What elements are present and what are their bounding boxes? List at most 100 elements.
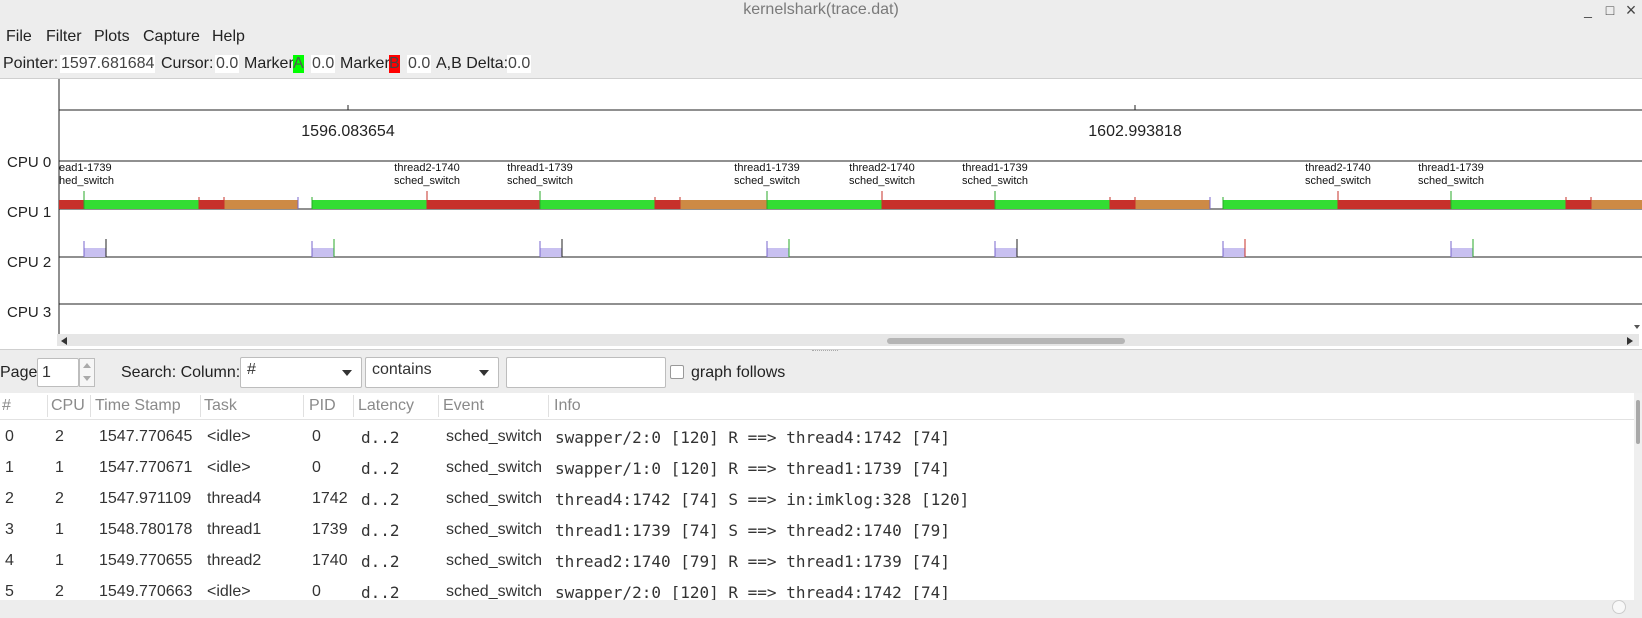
cpu2-task-bar[interactable] — [995, 248, 1017, 257]
table-row[interactable]: 1 1 1547.770671 <idle> 0 d..2 sched_swit… — [0, 453, 1634, 484]
delta-label: A,B Delta: — [436, 55, 509, 72]
close-icon[interactable]: × — [1620, 0, 1642, 22]
graph-scroll-thumb[interactable] — [887, 338, 1125, 344]
cpu1-task-bar[interactable] — [540, 200, 655, 209]
cursor-label: Cursor: — [161, 55, 214, 72]
graph-follows-checkbox[interactable] — [670, 365, 684, 379]
cpu1-task-bar[interactable] — [1451, 200, 1566, 209]
cpu1-task-bar[interactable] — [224, 200, 298, 209]
menu-filter[interactable]: Filter — [46, 28, 82, 46]
column-header[interactable]: Event — [443, 397, 484, 415]
cell-cpu: 2 — [55, 428, 64, 445]
cpu1-event-name: sched_switch — [962, 175, 1028, 187]
minimize-icon[interactable]: _ — [1577, 0, 1599, 22]
table-row[interactable]: 3 1 1548.780178 thread1 1739 d..2 sched_… — [0, 515, 1634, 546]
cell-latency: d..2 — [361, 459, 400, 478]
search-input[interactable] — [506, 357, 666, 388]
cpu1-event-name: sched_switch — [394, 175, 460, 187]
cpu1-task-bar[interactable] — [427, 200, 540, 209]
cell-cpu: 1 — [55, 459, 64, 476]
column-header[interactable]: CPU — [51, 397, 85, 415]
cpu1-task-bar[interactable] — [655, 200, 680, 209]
menu-file[interactable]: File — [6, 28, 32, 46]
cpu1-task-bar[interactable] — [312, 200, 427, 209]
cpu1-task-bar[interactable] — [882, 200, 995, 209]
column-select[interactable]: # — [240, 357, 362, 388]
table-row[interactable]: 0 2 1547.770645 <idle> 0 d..2 sched_swit… — [0, 422, 1634, 453]
cell-event: sched_switch — [446, 490, 543, 507]
cpu1-event-task: thread1-1739 — [734, 162, 799, 174]
cpu1-event-task: thread2-1740 — [849, 162, 914, 174]
spin-down-icon[interactable] — [83, 376, 91, 381]
column-header[interactable]: PID — [309, 397, 336, 415]
column-header[interactable]: Info — [554, 397, 581, 415]
cpu1-event-name: hed_switch — [59, 175, 114, 187]
scroll-left-icon[interactable] — [61, 337, 67, 345]
cpu1-task-bar[interactable] — [995, 200, 1110, 209]
cpu1-task-bar[interactable] — [84, 200, 199, 209]
cpu2-task-bar[interactable] — [540, 248, 562, 257]
trace-graph-canvas[interactable]: 1596.083654 1602.993818 ead1-1739 hed_sw… — [0, 79, 1642, 334]
trace-graph[interactable]: 1596.083654 1602.993818 ead1-1739 hed_sw… — [0, 78, 1642, 350]
cell-index: 2 — [5, 490, 14, 507]
match-select[interactable]: contains — [365, 357, 499, 388]
graph-scroll-down-icon[interactable] — [1634, 325, 1640, 329]
table-scroll-thumb[interactable] — [1636, 400, 1640, 444]
cpu2-task-bar[interactable] — [1451, 248, 1473, 257]
scroll-right-icon[interactable] — [1627, 337, 1633, 345]
table-row[interactable]: 2 2 1547.971109 thread4 1742 d..2 sched_… — [0, 484, 1634, 515]
cell-pid: 1742 — [312, 490, 348, 507]
marker-a-label: Marker — [244, 55, 294, 72]
column-header[interactable]: Time Stamp — [95, 397, 181, 415]
cpu1-task-bar[interactable] — [199, 200, 224, 209]
cpu1-event-task: ead1-1739 — [59, 162, 112, 174]
menu-plots[interactable]: Plots — [94, 28, 130, 46]
cpu1-task-bar[interactable] — [1110, 200, 1135, 209]
cell-task: thread4 — [207, 490, 262, 507]
cpu1-task-bar[interactable] — [1135, 200, 1210, 209]
marker-b-swatch[interactable]: B — [389, 55, 400, 73]
cpu2-task-bar[interactable] — [84, 248, 106, 257]
cell-cpu: 1 — [55, 552, 64, 569]
cpu1-task-bar[interactable] — [59, 200, 84, 209]
pointer-label: Pointer: — [3, 55, 59, 72]
graph-scrollbar[interactable] — [57, 334, 1639, 346]
menu-help[interactable]: Help — [212, 28, 245, 46]
timeline-tick-label: 1596.083654 — [301, 123, 395, 140]
cpu1-event-task: thread1-1739 — [507, 162, 572, 174]
marker-b-label: Marker — [340, 55, 390, 72]
column-header[interactable]: Latency — [358, 397, 414, 415]
pane-splitter[interactable] — [812, 350, 838, 354]
cpu1-event-name: sched_switch — [507, 175, 573, 187]
cell-latency: d..2 — [361, 521, 400, 540]
cell-event: sched_switch — [446, 428, 543, 445]
cpu2-task-bar[interactable] — [1223, 248, 1245, 257]
cpu1-task-bar[interactable] — [1223, 200, 1338, 209]
table-row[interactable]: 4 1 1549.770655 thread2 1740 d..2 sched_… — [0, 546, 1634, 577]
column-header[interactable]: Task — [204, 397, 237, 415]
spin-up-icon[interactable] — [83, 363, 91, 368]
maximize-icon[interactable]: □ — [1599, 0, 1621, 22]
cell-pid: 0 — [312, 583, 321, 600]
cpu1-event-task: thread1-1739 — [1418, 162, 1483, 174]
cpu1-event-name: sched_switch — [1418, 175, 1484, 187]
cell-latency: d..2 — [361, 583, 400, 600]
status-bar — [0, 600, 1642, 618]
cpu1-task-bar[interactable] — [680, 200, 767, 209]
cpu1-event-task: thread2-1740 — [1305, 162, 1370, 174]
table-row[interactable]: 5 2 1549.770663 <idle> 0 d..2 sched_swit… — [0, 577, 1634, 600]
info-bar: Pointer: 1597.681684 Cursor: 0.0 Marker … — [0, 52, 1642, 76]
cpu2-task-bar[interactable] — [312, 248, 334, 257]
cell-timestamp: 1548.780178 — [99, 521, 193, 538]
cpu2-task-bar[interactable] — [767, 248, 789, 257]
column-header[interactable]: # — [2, 397, 11, 415]
cpu1-task-bar[interactable] — [1566, 200, 1591, 209]
marker-a-swatch[interactable]: A — [293, 55, 304, 73]
page-input[interactable] — [37, 358, 79, 387]
cpu1-task-bar[interactable] — [1591, 200, 1642, 209]
menu-capture[interactable]: Capture — [143, 28, 200, 46]
marker-b-value: 0.0 — [407, 55, 432, 73]
page-spinner[interactable] — [79, 358, 95, 387]
cpu1-task-bar[interactable] — [767, 200, 882, 209]
cpu1-task-bar[interactable] — [1338, 200, 1451, 209]
